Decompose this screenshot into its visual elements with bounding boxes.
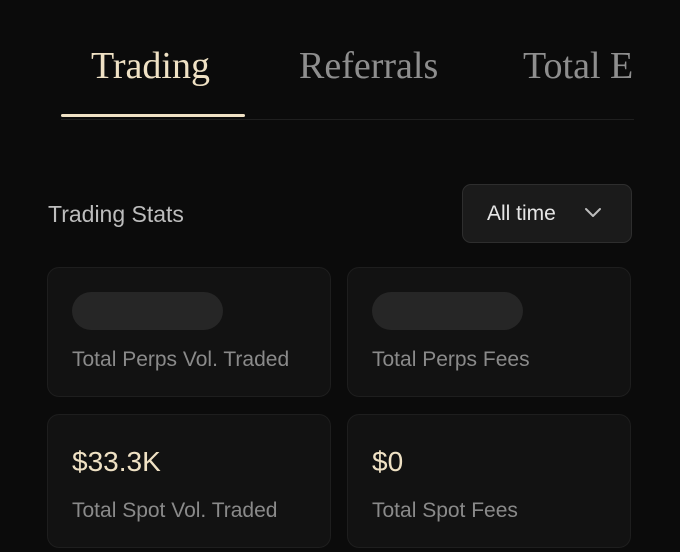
tab-bar-divider: [61, 119, 634, 120]
time-range-selected: All time: [487, 202, 556, 225]
stat-card-perps-fees: Total Perps Fees: [347, 267, 631, 397]
tab-total[interactable]: Total E: [523, 44, 633, 88]
tab-bar: Trading Referrals Total E: [0, 0, 680, 120]
value-loading-placeholder: [72, 292, 223, 330]
tab-trading[interactable]: Trading: [91, 44, 210, 88]
stat-card-spot-fees: $0 Total Spot Fees: [347, 414, 631, 548]
time-range-dropdown[interactable]: All time: [462, 184, 632, 243]
stat-card-perps-volume: Total Perps Vol. Traded: [47, 267, 331, 397]
stat-label: Total Spot Vol. Traded: [72, 499, 278, 522]
tab-referrals[interactable]: Referrals: [299, 44, 438, 88]
active-tab-indicator: [61, 114, 245, 117]
stat-label: Total Spot Fees: [372, 499, 518, 522]
stat-value: $0: [372, 446, 404, 477]
stat-card-spot-volume: $33.3K Total Spot Vol. Traded: [47, 414, 331, 548]
section-title: Trading Stats: [48, 201, 184, 227]
value-loading-placeholder: [372, 292, 523, 330]
stat-label: Total Perps Vol. Traded: [72, 348, 290, 371]
stat-label: Total Perps Fees: [372, 348, 530, 371]
stat-value: $33.3K: [72, 446, 161, 477]
chevron-down-icon: [585, 208, 601, 217]
